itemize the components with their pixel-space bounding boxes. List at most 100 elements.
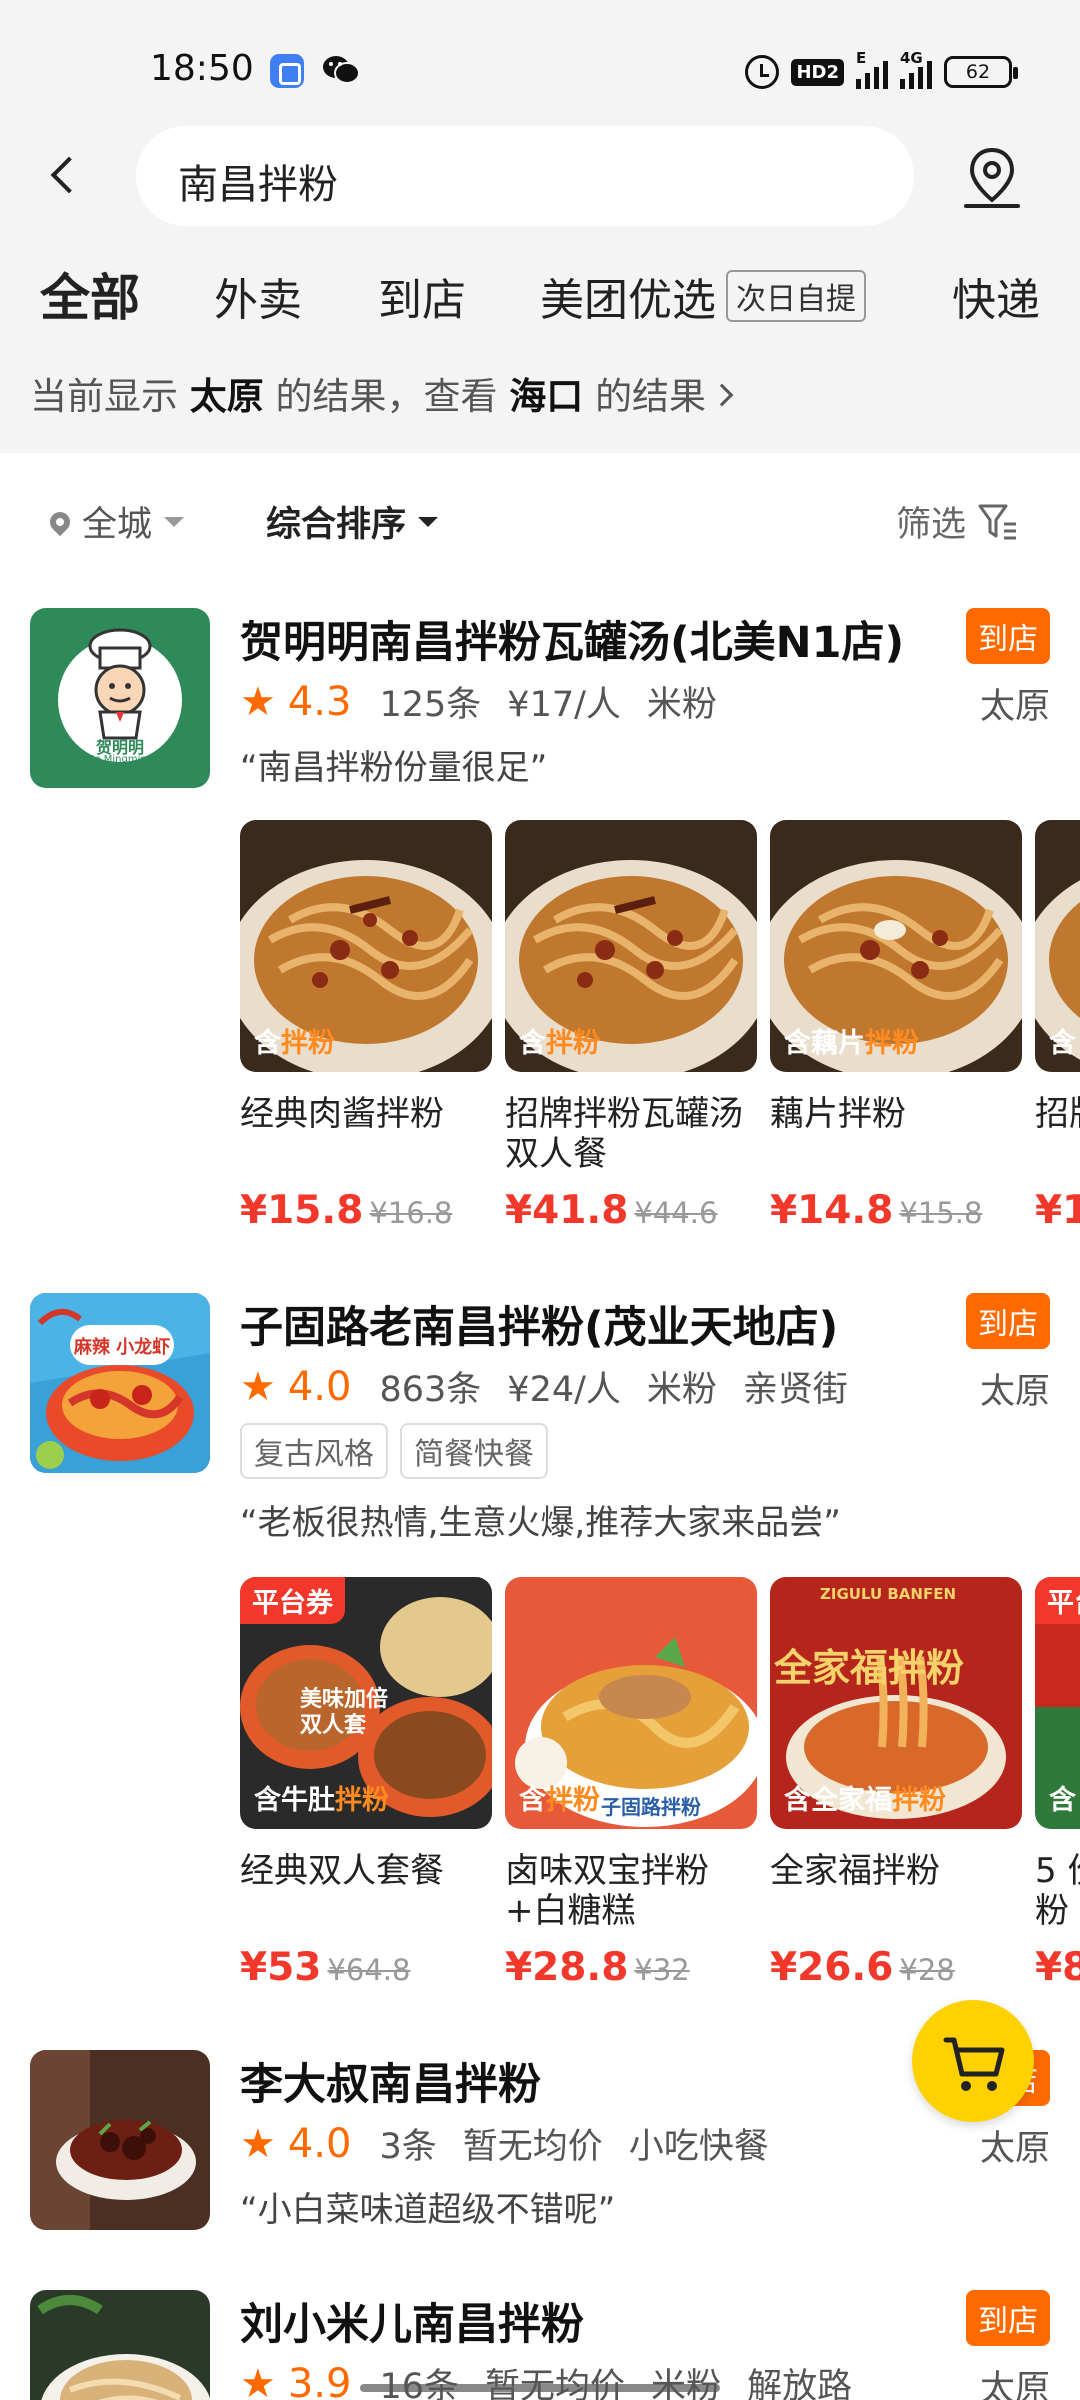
- search-input[interactable]: 南昌拌粉: [136, 126, 914, 226]
- filter-icon: [978, 504, 1016, 539]
- store-category: 米粉: [651, 2358, 721, 2400]
- star-icon: ★: [240, 2360, 276, 2400]
- store-score: 4.0: [287, 1363, 352, 1410]
- dish-item[interactable]: 含 招牌 ¥18: [1035, 820, 1080, 1233]
- store-name: 贺明明南昌拌粉瓦罐汤(北美N1店): [240, 618, 905, 668]
- dish-item[interactable]: 含拌粉 招牌拌粉瓦罐汤 双人餐 ¥41.8 ¥44.6: [505, 820, 757, 1233]
- status-bar: 18:50 HD2 E 4G 62: [0, 0, 1080, 130]
- store-city: 太原: [979, 1372, 1050, 1412]
- back-arrow-icon[interactable]: [44, 152, 88, 200]
- category-tabs: 全部 外卖 到店 美团优选 次日自提 快递: [0, 250, 1080, 340]
- store-quote: “小白菜味道超级不错呢”: [240, 2190, 616, 2230]
- filter-button[interactable]: 筛选: [896, 496, 1020, 547]
- dish-item[interactable]: 平台券 美味加倍 双人套 含牛肚拌粉 经典双人套餐 ¥53 ¥64.8: [240, 1577, 492, 1990]
- store-area: 亲贤街: [742, 1370, 848, 1410]
- review-count: 16条: [379, 2358, 459, 2400]
- cart-icon: [943, 2037, 1005, 2091]
- coupon-badge: 平台券: [240, 1577, 345, 1624]
- store-score: 4.3: [287, 678, 352, 725]
- dish-image-text: 美味加倍 双人套: [300, 1687, 389, 1738]
- dish-image: 子固路拌粉 含拌粉: [505, 1577, 757, 1829]
- tab-all[interactable]: 全部: [40, 258, 140, 330]
- dish-original-price: ¥28: [899, 1953, 955, 1987]
- store-name: 刘小米儿南昌拌粉: [240, 2300, 584, 2350]
- dish-price: ¥41.8 ¥44.6: [505, 1188, 718, 1233]
- filter-bar: 全城 综合排序 筛选: [0, 470, 1080, 560]
- city-filter[interactable]: 全城: [45, 496, 185, 547]
- dish-name: 招牌: [1035, 1094, 1080, 1134]
- top-panel: 18:50 HD2 E 4G 62 南昌拌粉 全部 外卖 到店 美团优选 次日自…: [0, 0, 1080, 453]
- store-logo: [30, 2050, 210, 2230]
- store-tag: 到店: [966, 2290, 1050, 2346]
- store-category: 小吃快餐: [628, 2127, 769, 2167]
- cart-button[interactable]: [912, 2000, 1034, 2122]
- store-meta: ★ 4.0 863条 ¥24/人 米粉 亲贤街: [240, 1361, 874, 1412]
- dish-caption: 含: [1049, 1028, 1076, 1059]
- dish-item[interactable]: 平台 含 5 份粉 ¥85: [1035, 1577, 1080, 1990]
- dish-original-price: ¥64.8: [327, 1953, 411, 1987]
- dish-image: ZIGULU BANFEN 全家福拌粉 含全家福拌粉: [770, 1577, 1022, 1829]
- store-city: 太原: [979, 687, 1050, 727]
- chevron-right-icon: [710, 383, 734, 407]
- store-chip: 复古风格: [240, 1423, 388, 1479]
- dish-caption: 含拌粉: [519, 1028, 600, 1059]
- dish-name: 招牌拌粉瓦罐汤 双人餐: [505, 1094, 743, 1174]
- store-quote: “南昌拌粉份量很足”: [240, 748, 548, 788]
- dish-image: 含藕片拌粉: [770, 820, 1022, 1072]
- store-chip: 简餐快餐: [400, 1423, 548, 1479]
- sort-dropdown[interactable]: 综合排序: [266, 496, 439, 547]
- battery-icon: 62: [944, 56, 1018, 88]
- home-indicator[interactable]: [360, 2384, 720, 2392]
- store-card[interactable]: 贺明明 He Mingming 贺明明南昌拌粉瓦罐汤(北美N1店) 到店 ★ 4…: [0, 608, 1080, 1238]
- tab-badge: 次日自提: [726, 270, 866, 322]
- dish-image: 含拌粉: [240, 820, 492, 1072]
- dish-image: 平台 含: [1035, 1577, 1080, 1829]
- location-pin-icon[interactable]: [956, 142, 1028, 214]
- dish-image-subtext: ZIGULU BANFEN: [820, 1585, 957, 1603]
- store-meta: ★ 3.9 16条 暂无均价 米粉 解放路: [240, 2358, 878, 2400]
- store-category: 米粉: [646, 1370, 717, 1410]
- dish-item[interactable]: 含拌粉 经典肉酱拌粉 ¥15.8 ¥16.8: [240, 820, 492, 1233]
- dish-caption: 含拌粉: [519, 1785, 600, 1816]
- tab-instore[interactable]: 到店: [378, 264, 466, 328]
- review-count: 3条: [379, 2127, 437, 2167]
- logo-subtext: He Mingming: [86, 754, 154, 765]
- store-city: 太原: [979, 2129, 1050, 2169]
- store-card[interactable]: 麻辣 小龙虾 子固路老南昌拌粉(茂业天地店) 到店 ★ 4.0 863条 ¥24…: [0, 1293, 1080, 1993]
- wechat-icon: [323, 56, 360, 84]
- dish-original-price: ¥32: [634, 1953, 690, 1987]
- dish-original-price: ¥15.8: [899, 1196, 983, 1230]
- tab-express[interactable]: 快递: [952, 264, 1040, 328]
- search-query: 南昌拌粉: [178, 162, 338, 208]
- store-city: 太原: [979, 2369, 1050, 2400]
- dish-item[interactable]: ZIGULU BANFEN 全家福拌粉 含全家福拌粉 全家福拌粉 ¥26.6 ¥2…: [770, 1577, 1022, 1990]
- tab-youxuan[interactable]: 美团优选 次日自提: [540, 264, 866, 328]
- store-score: 4.0: [287, 2120, 352, 2167]
- city-notice[interactable]: 当前显示 太原 的结果，查看 海口 的结果: [30, 366, 734, 420]
- star-icon: ★: [240, 2120, 276, 2167]
- store-meta: ★ 4.0 3条 暂无均价 小吃快餐: [240, 2118, 795, 2169]
- star-icon: ★: [240, 678, 276, 725]
- store-tag: 到店: [966, 608, 1050, 664]
- status-icons: HD2 E 4G 62: [745, 49, 1018, 92]
- store-quote: “老板很热情,生意火爆,推荐大家来品尝”: [240, 1503, 841, 1543]
- review-count: 863条: [379, 1370, 482, 1410]
- dish-item[interactable]: 子固路拌粉 含拌粉 卤味双宝拌粉 +白糖糕 ¥28.8 ¥32: [505, 1577, 757, 1990]
- store-name: 子固路老南昌拌粉(茂业天地店): [240, 1303, 839, 1353]
- dish-price: ¥15.8 ¥16.8: [240, 1188, 453, 1233]
- search-bar-row: 南昌拌粉: [0, 124, 1080, 228]
- star-icon: ★: [240, 1363, 276, 1410]
- store-tag: 到店: [966, 1293, 1050, 1349]
- dish-caption: 含: [1049, 1785, 1076, 1816]
- dropdown-icon: [418, 516, 439, 527]
- avg-price: 暂无均价: [485, 2358, 625, 2400]
- dish-caption: 含藕片拌粉: [784, 1028, 919, 1059]
- alarm-icon: [745, 55, 780, 89]
- dish-image: 平台券 美味加倍 双人套 含牛肚拌粉: [240, 1577, 492, 1829]
- store-meta: ★ 4.3 125条 ¥17/人 米粉: [240, 676, 743, 727]
- store-category: 米粉: [646, 685, 717, 725]
- dish-item[interactable]: 含藕片拌粉 藕片拌粉 ¥14.8 ¥15.8: [770, 820, 1022, 1233]
- tab-takeout[interactable]: 外卖: [214, 264, 302, 328]
- signal-4g-icon: 4G: [900, 49, 932, 89]
- dish-price: ¥28.8 ¥32: [505, 1945, 690, 1990]
